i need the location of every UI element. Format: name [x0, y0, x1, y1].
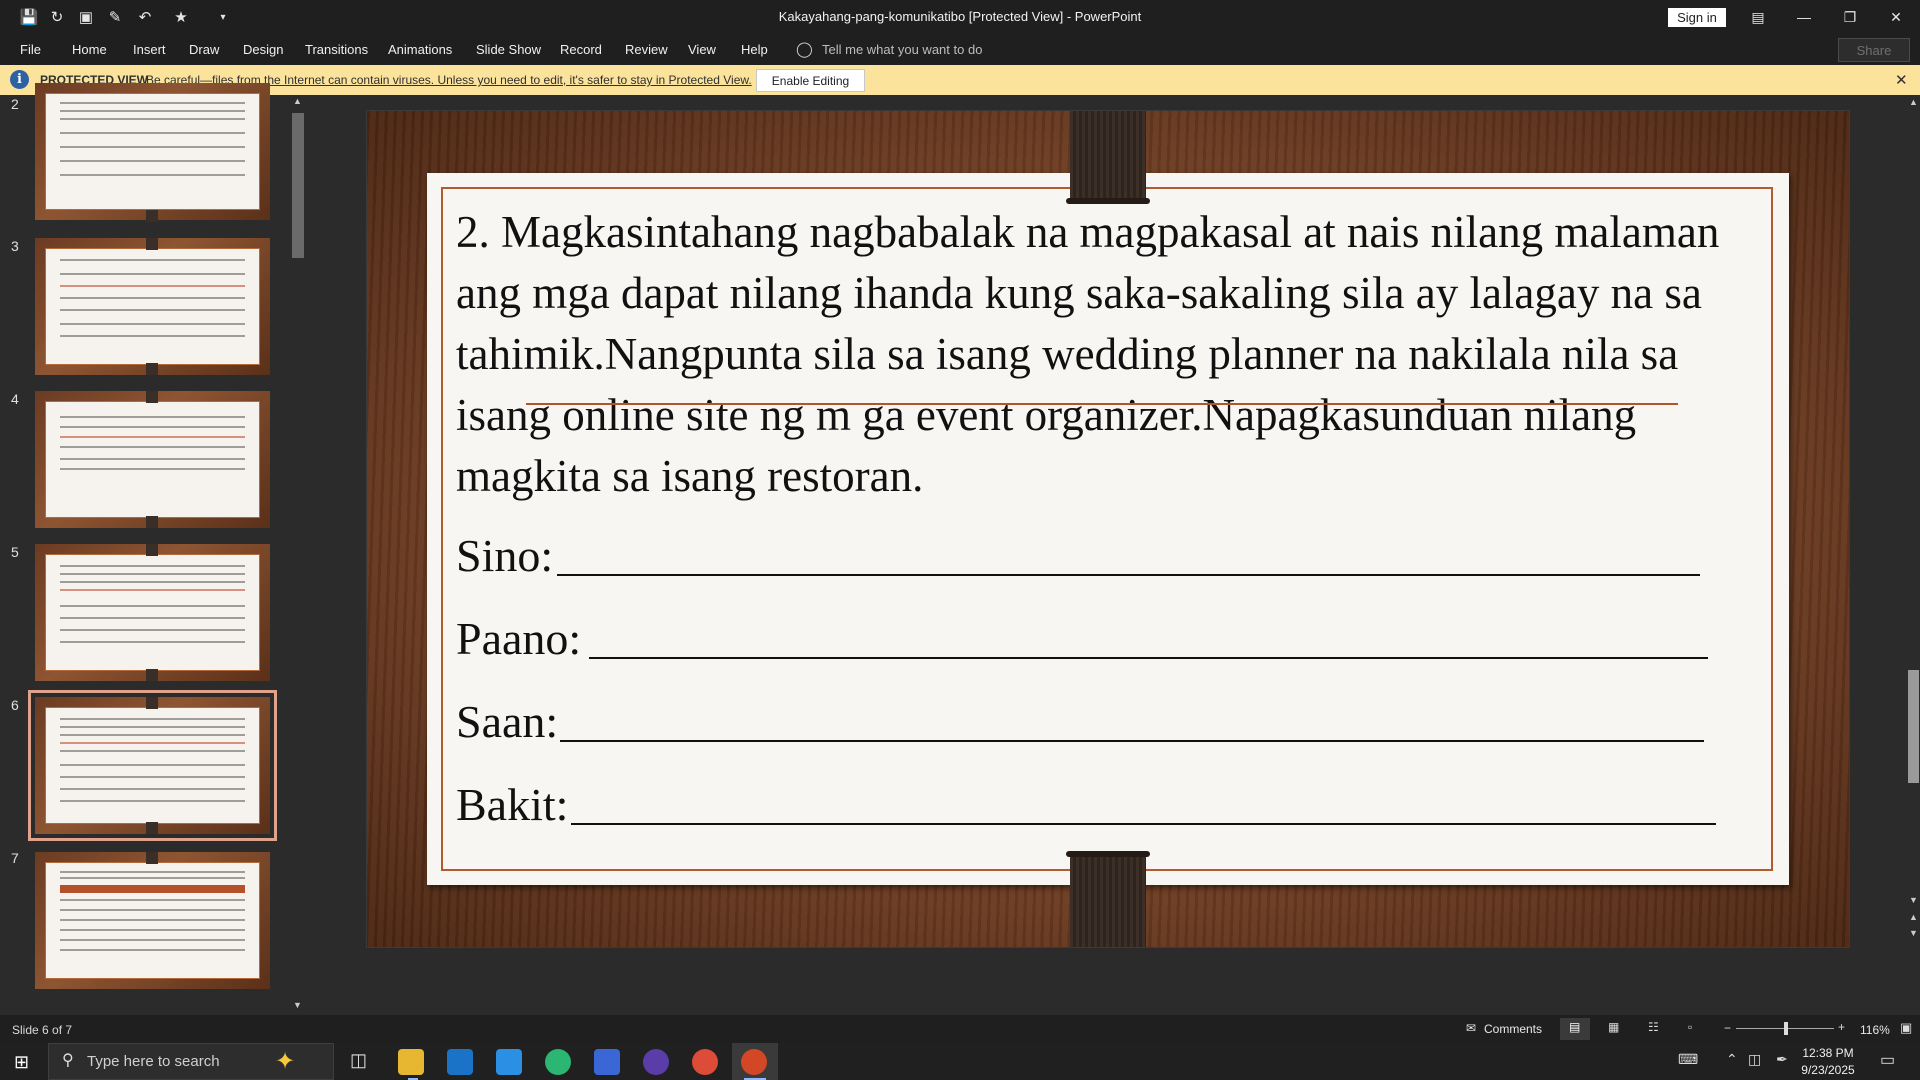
chrome-icon[interactable]: [692, 1049, 718, 1075]
clock[interactable]: 12:38 PM 9/23/2025: [1792, 1045, 1864, 1079]
slide-sorter-icon[interactable]: ▦: [1608, 1020, 1619, 1034]
question-bakit[interactable]: Bakit:: [456, 778, 568, 831]
info-icon: i: [10, 70, 29, 89]
zoom-out-icon[interactable]: −: [1724, 1021, 1731, 1035]
restore-button[interactable]: ❐: [1827, 0, 1873, 34]
tab-view[interactable]: View: [688, 42, 716, 57]
comments-icon: ✉: [1466, 1021, 1477, 1035]
slide-number-3: 3: [11, 238, 19, 254]
reading-view-icon[interactable]: ☷: [1648, 1020, 1659, 1034]
edge-icon[interactable]: [545, 1049, 571, 1075]
protected-view-bar: i PROTECTED VIEW Be careful—files from t…: [0, 65, 1920, 95]
status-bar: Slide 6 of 7 ✉ Comments ▤ ▦ ☷ ▫ − + 116%…: [0, 1015, 1920, 1043]
notifications-icon[interactable]: ▭: [1880, 1050, 1895, 1070]
slide-thumbnail-7[interactable]: [35, 852, 270, 989]
share-button[interactable]: Share: [1838, 38, 1910, 62]
editor-scroll-up-icon[interactable]: ▲: [1909, 97, 1918, 107]
tab-file[interactable]: File: [20, 42, 41, 57]
previous-slide-icon[interactable]: ▲: [1909, 912, 1918, 922]
copilot-sparkle-icon[interactable]: ✦: [275, 1047, 295, 1076]
slide-number-5: 5: [11, 544, 19, 560]
store-icon[interactable]: [594, 1049, 620, 1075]
tell-me-search[interactable]: Tell me what you want to do: [822, 42, 982, 57]
vscode-icon[interactable]: [496, 1049, 522, 1075]
editor-scroll-down-icon[interactable]: ▼: [1909, 895, 1918, 905]
question-sino[interactable]: Sino:: [456, 529, 553, 582]
zoom-slider-thumb[interactable]: [1784, 1022, 1788, 1035]
close-icon[interactable]: ✕: [1895, 71, 1908, 89]
slide-number-7: 7: [11, 850, 19, 866]
network-icon[interactable]: ◫: [1748, 1051, 1761, 1068]
answer-line-saan: [560, 740, 1704, 742]
windows-start-icon[interactable]: ⊞: [14, 1052, 29, 1073]
file-explorer-icon[interactable]: [398, 1049, 424, 1075]
slide-thumbnail-2[interactable]: [35, 83, 270, 222]
scroll-down-icon[interactable]: ▼: [293, 1000, 302, 1010]
question-saan[interactable]: Saan:: [456, 695, 558, 748]
fit-slide-icon[interactable]: ▣: [1900, 1020, 1912, 1036]
search-icon: ⚲: [62, 1052, 74, 1069]
thumbnails-scroll-thumb[interactable]: [292, 113, 304, 258]
editor-scrollbar[interactable]: [1907, 95, 1920, 940]
taskbar-search-placeholder: Type here to search: [87, 1053, 220, 1070]
task-view-icon[interactable]: ◫: [350, 1050, 367, 1071]
question-paano[interactable]: Paano:: [456, 612, 581, 665]
slide-number-2: 2: [11, 96, 19, 112]
app-icon[interactable]: [643, 1049, 669, 1075]
slide-thumbnail-4[interactable]: [35, 391, 270, 528]
binder-clip-bottom-lip: [1066, 851, 1150, 857]
slide-show-icon[interactable]: ▫: [1688, 1020, 1692, 1034]
clock-time: 12:38 PM: [1802, 1046, 1854, 1060]
editor-scroll-thumb[interactable]: [1908, 670, 1919, 783]
slide-thumbnail-5[interactable]: [35, 544, 270, 681]
binder-clip-bottom: [1070, 853, 1146, 947]
answer-line-bakit: [571, 823, 1716, 825]
minimize-button[interactable]: —: [1781, 0, 1827, 34]
tab-slide-show[interactable]: Slide Show: [476, 42, 541, 57]
zoom-level[interactable]: 116%: [1860, 1023, 1890, 1037]
tab-insert[interactable]: Insert: [133, 42, 166, 57]
binder-clip-top: [1070, 111, 1146, 203]
strike-line: [526, 403, 1678, 405]
tab-transitions[interactable]: Transitions: [305, 42, 368, 57]
slide-number-6: 6: [11, 697, 19, 713]
close-button[interactable]: ✕: [1873, 0, 1919, 34]
tab-home[interactable]: Home: [72, 42, 107, 57]
answer-line-sino: [557, 574, 1700, 576]
pen-icon[interactable]: ✒: [1776, 1051, 1788, 1068]
tab-record[interactable]: Record: [560, 42, 602, 57]
comments-button[interactable]: Comments: [1484, 1022, 1542, 1036]
clock-date: 9/23/2025: [1801, 1063, 1855, 1077]
next-slide-icon[interactable]: ▼: [1909, 928, 1918, 938]
tab-design[interactable]: Design: [243, 42, 283, 57]
sign-in-button[interactable]: Sign in: [1668, 8, 1726, 27]
answer-line-paano: [589, 657, 1708, 659]
tab-help[interactable]: Help: [741, 42, 768, 57]
slide-counter: Slide 6 of 7: [12, 1023, 73, 1037]
slide-thumbnail-6-selected[interactable]: [28, 690, 277, 841]
slide-number-4: 4: [11, 391, 19, 407]
keyboard-icon[interactable]: ⌨: [1678, 1051, 1698, 1068]
enable-editing-button[interactable]: Enable Editing: [756, 69, 865, 92]
slide-thumbnail-3[interactable]: [35, 238, 270, 375]
outlook-icon[interactable]: [447, 1049, 473, 1075]
window-title: Kakayahang-pang-komunikatibo [Protected …: [778, 9, 1142, 24]
tab-draw[interactable]: Draw: [189, 42, 219, 57]
tab-review[interactable]: Review: [625, 42, 668, 57]
scroll-up-icon[interactable]: ▲: [293, 96, 302, 106]
zoom-in-icon[interactable]: +: [1838, 1020, 1845, 1034]
slide-body-text[interactable]: 2. Magkasintahang nagbabalak na magpakas…: [456, 202, 1746, 507]
lightbulb-icon: ◯: [796, 41, 813, 58]
chevron-up-icon[interactable]: ⌃: [1726, 1051, 1738, 1068]
powerpoint-icon: [741, 1049, 767, 1075]
normal-view-icon: ▤: [1569, 1020, 1581, 1034]
share-label: Share: [1856, 42, 1892, 58]
ribbon-display-icon[interactable]: ▤: [1735, 0, 1781, 34]
tab-animations[interactable]: Animations: [388, 42, 452, 57]
